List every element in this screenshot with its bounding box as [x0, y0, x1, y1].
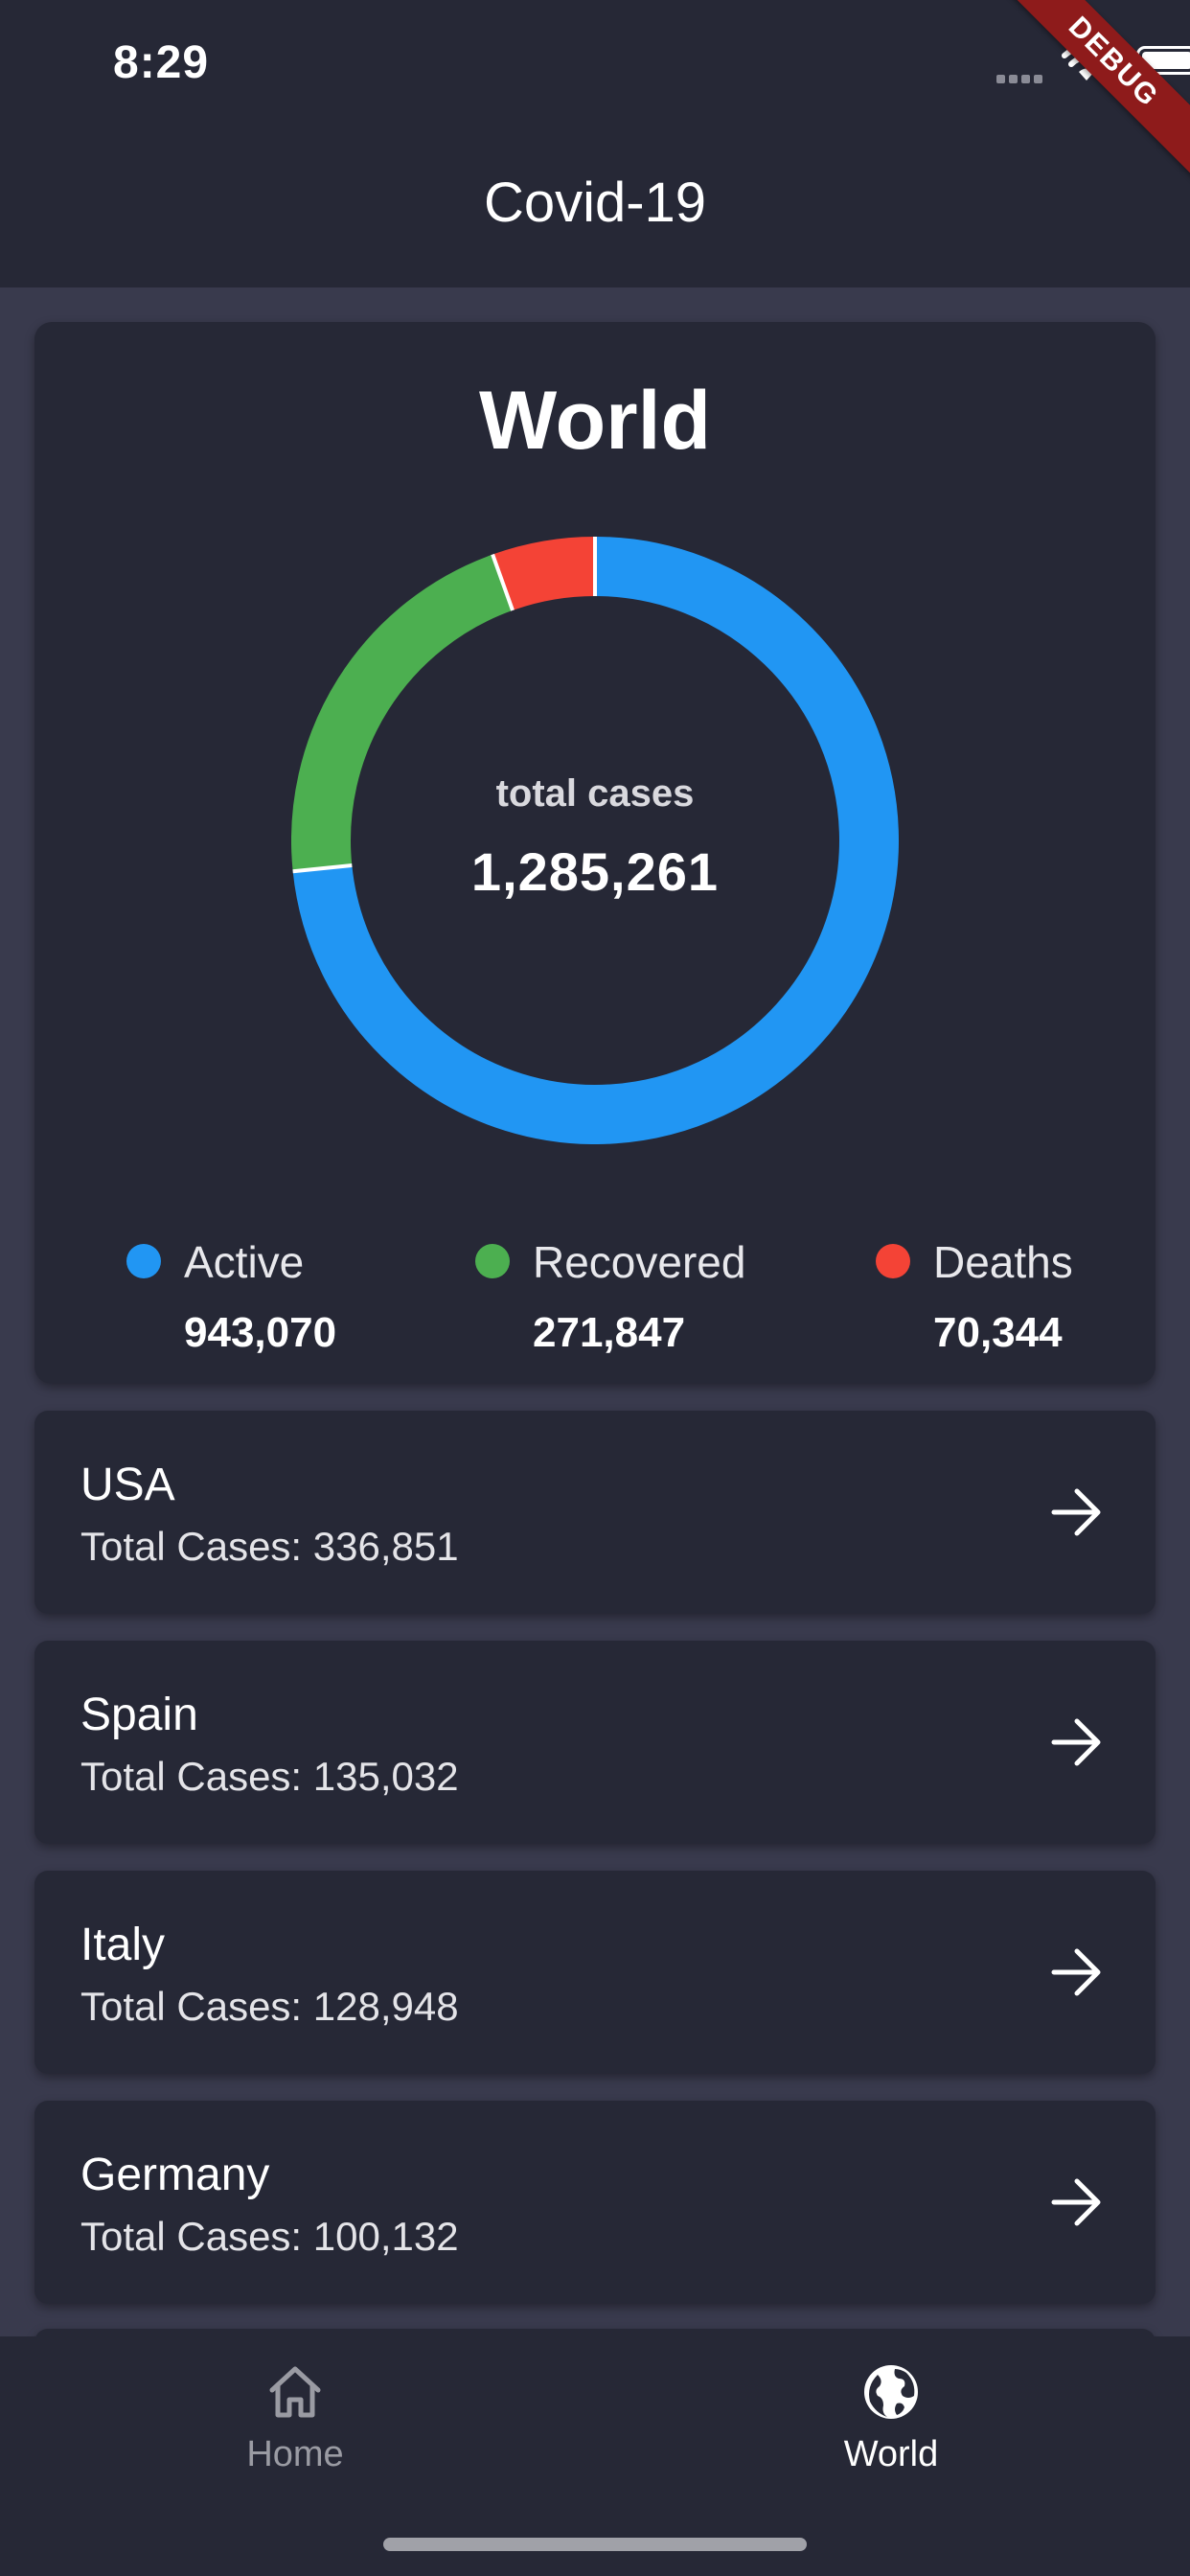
country-card-usa[interactable]: USA Total Cases: 336,851: [34, 1411, 1156, 1614]
total-cases-label: total cases: [495, 772, 695, 815]
country-card-germany[interactable]: Germany Total Cases: 100,132: [34, 2101, 1156, 2304]
legend-label-recovered: Recovered: [533, 1237, 746, 1287]
country-card-italy[interactable]: Italy Total Cases: 128,948: [34, 1871, 1156, 2074]
country-card-spain[interactable]: Spain Total Cases: 135,032: [34, 1641, 1156, 1844]
country-total-cases: Total Cases: 336,851: [80, 1524, 459, 1569]
legend-active: Active 943,070: [126, 1232, 395, 1356]
home-indicator: [383, 2538, 807, 2551]
app-bar: 8:29 DEBUG Covid-19: [0, 0, 1190, 288]
total-cases-value: 1,285,261: [470, 841, 720, 902]
legend-recovered: Recovered 271,847: [475, 1232, 820, 1356]
world-summary-card: World total cases 1,285,261 Active 943,0…: [34, 322, 1156, 1384]
legend-value-active: 943,070: [184, 1309, 337, 1356]
legend-value-recovered: 271,847: [533, 1309, 686, 1356]
legend-dot-active: [126, 1244, 161, 1278]
country-name: Germany: [80, 2150, 270, 2200]
legend-dot-recovered: [475, 1244, 510, 1278]
country-total-cases: Total Cases: 135,032: [80, 1754, 459, 1799]
nav-label-home: Home: [246, 2434, 344, 2474]
donut-center: total cases 1,285,261: [291, 772, 899, 903]
legend-dot-deaths: [876, 1244, 910, 1278]
globe-icon: [864, 2365, 918, 2419]
nav-item-world[interactable]: World: [747, 2361, 1035, 2475]
country-name: USA: [80, 1460, 175, 1510]
nav-label-world: World: [843, 2434, 939, 2474]
country-total-cases: Total Cases: 100,132: [80, 2214, 459, 2259]
legend-deaths: Deaths 70,344: [876, 1232, 1125, 1356]
donut-segment-deaths: [492, 537, 596, 611]
arrow-right-icon[interactable]: [1050, 1487, 1104, 1537]
nav-item-home[interactable]: Home: [151, 2361, 439, 2475]
country-total-cases: Total Cases: 128,948: [80, 1984, 459, 2029]
status-time: 8:29: [113, 37, 210, 88]
country-name: Spain: [80, 1690, 198, 1740]
arrow-right-icon[interactable]: [1050, 1717, 1104, 1767]
page-title: Covid-19: [483, 172, 707, 234]
arrow-right-icon[interactable]: [1050, 2177, 1104, 2227]
world-title: World: [478, 375, 712, 467]
legend-label-active: Active: [184, 1237, 305, 1287]
legend-value-deaths: 70,344: [933, 1309, 1063, 1356]
signal-icon: [996, 71, 1048, 83]
legend-label-deaths: Deaths: [933, 1237, 1073, 1287]
home-icon: [269, 2366, 321, 2418]
debug-banner: DEBUG: [995, 0, 1190, 181]
arrow-right-icon[interactable]: [1050, 1947, 1104, 1997]
country-name: Italy: [80, 1920, 166, 1970]
